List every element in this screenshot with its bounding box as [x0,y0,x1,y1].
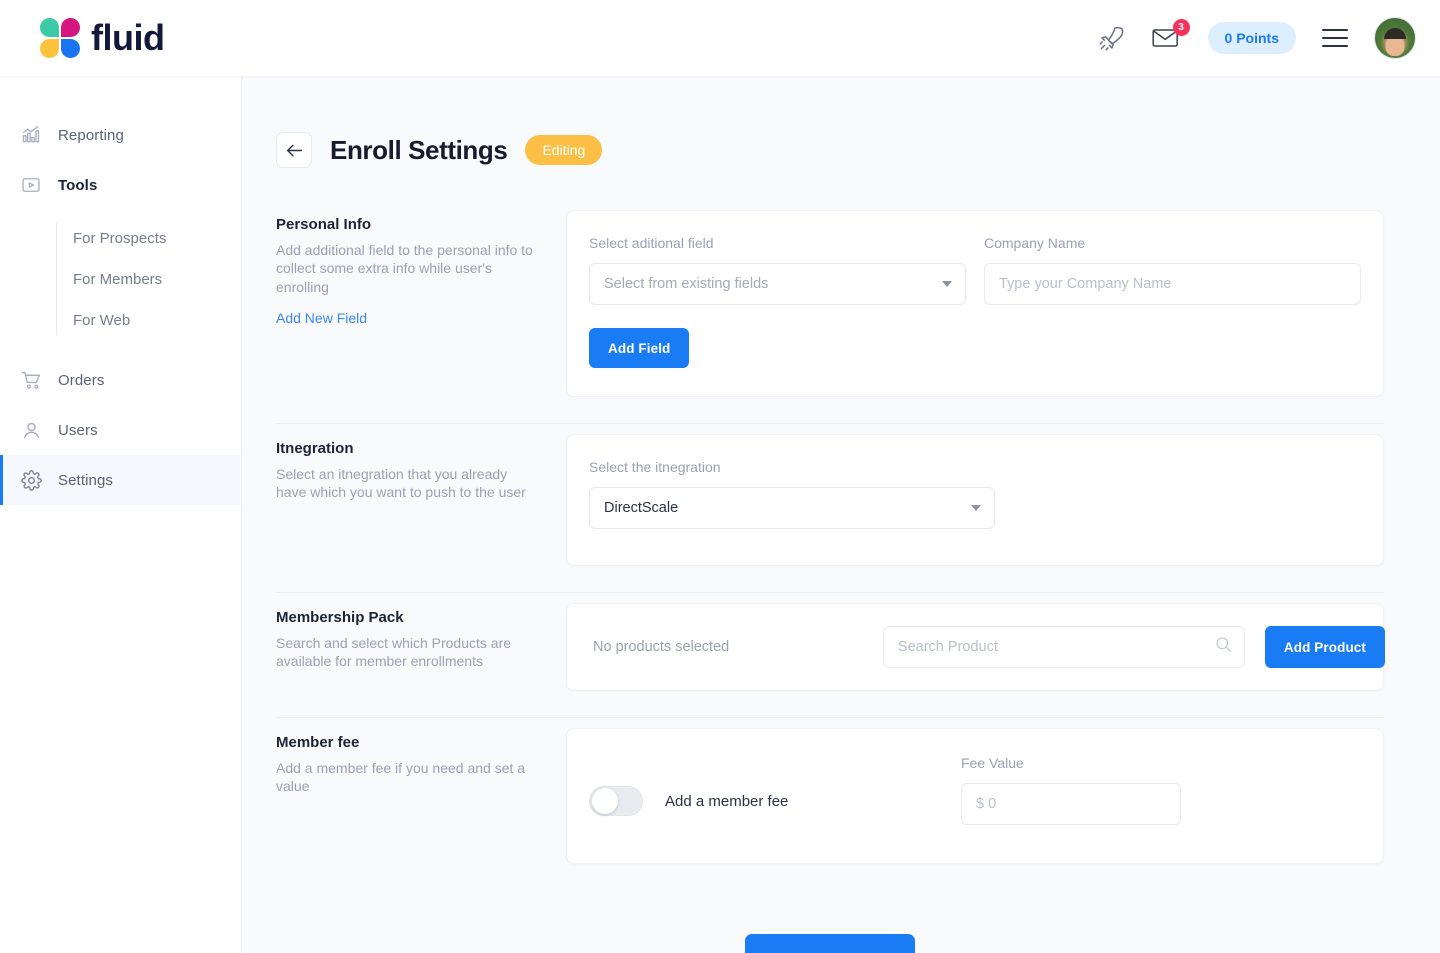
fee-value-group: Fee Value [961,755,1181,825]
page-title: Enroll Settings [330,134,508,165]
status-badge[interactable]: Editing [525,135,603,165]
fee-value-input[interactable] [961,783,1181,825]
toggle-knob [592,788,618,814]
section-title: Member fee [276,734,360,751]
section-description-personal-info: Personal Info Add additional field to th… [276,210,566,423]
section-body-membership-pack: No products selected Add Product [566,603,1385,717]
top-header: fluid 3 0 Points [0,0,1440,76]
back-button[interactable] [276,132,312,168]
member-fee-toggle-group: Add a member fee [589,755,961,825]
sidebar-item-label: Tools [58,176,98,194]
sidebar-item-tools[interactable]: Tools [0,160,241,210]
sidebar-item-for-members[interactable]: For Members [55,259,241,300]
sidebar-item-orders[interactable]: Orders [0,355,241,405]
company-name-label: Company Name [984,235,1086,251]
sidebar-item-users[interactable]: Users [0,405,241,455]
additional-field-label: Select aditional field [589,235,714,251]
sidebar-item-label: Settings [58,471,113,489]
chart-bars-icon [20,124,42,146]
arrow-left-icon [286,144,302,156]
section-integration: Itnegration Select an itnegration that y… [276,423,1384,592]
page-header: Enroll Settings Editing [276,132,1384,168]
brand-name: fluid [91,17,165,58]
app-root: fluid 3 0 Points Reporting Tools For Pro… [0,0,1440,953]
sidebar-item-label: Users [58,421,98,439]
header-actions: 3 0 Points [1098,17,1416,59]
gear-icon [20,469,42,491]
envelope-icon[interactable]: 3 [1151,19,1190,50]
fluid-logo-icon [40,18,80,58]
product-search-group [882,626,1245,668]
company-name-input[interactable] [984,263,1361,305]
member-fee-toggle[interactable] [589,786,643,816]
save-settings-button[interactable]: Save Settings [744,934,916,953]
section-personal-info: Personal Info Add additional field to th… [276,200,1384,423]
section-body-integration: Select the itnegration [566,434,1384,592]
company-name-group: Company Name [984,235,1361,305]
add-new-field-link[interactable]: Add New Field [276,310,367,326]
integration-select[interactable] [589,487,995,529]
integration-card: Select the itnegration [566,434,1384,566]
fee-value-label: Fee Value [961,755,1024,771]
section-membership-pack: Membership Pack Search and select which … [276,592,1385,717]
shopping-cart-icon [20,369,42,391]
integration-label: Select the itnegration [589,459,721,475]
sidebar-subnav: For Prospects For Members For Web [0,218,241,341]
person-icon [20,419,42,441]
rocket-icon[interactable] [1098,24,1126,52]
section-body-personal-info: Select aditional field Company Name [566,210,1384,423]
section-title: Itnegration [276,440,354,457]
sidebar-item-label: Reporting [58,126,124,144]
section-description-membership-pack: Membership Pack Search and select which … [276,603,566,717]
section-desc: Add a member fee if you need and set a v… [276,760,526,795]
mail-badge: 3 [1172,19,1190,36]
membership-pack-card: No products selected Add Product [566,603,1385,691]
section-desc: Add additional field to the personal inf… [276,242,533,295]
main-content: Enroll Settings Editing Personal Info Ad… [242,76,1440,953]
member-fee-toggle-label: Add a member fee [665,792,789,810]
brand-logo[interactable]: fluid [40,17,165,58]
section-body-member-fee: Add a member fee Fee Value [566,728,1384,890]
section-desc: Search and select which Products are ava… [276,635,512,670]
additional-field-group: Select aditional field [589,235,966,305]
section-title: Personal Info [276,216,372,233]
app-body: Reporting Tools For Prospects For Member… [0,76,1440,953]
sidebar-item-for-web[interactable]: For Web [55,300,241,341]
section-desc: Select an itnegration that you already h… [276,466,526,501]
section-description-integration: Itnegration Select an itnegration that y… [276,434,566,592]
points-pill[interactable]: 0 Points [1207,22,1296,54]
hamburger-menu-icon[interactable] [1322,29,1348,47]
add-field-button[interactable]: Add Field [589,328,690,368]
section-member-fee: Member fee Add a member fee if you need … [276,717,1384,890]
no-products-status: No products selected [593,639,730,655]
sidebar: Reporting Tools For Prospects For Member… [0,76,242,953]
personal-info-card: Select aditional field Company Name [566,210,1384,397]
sidebar-item-for-prospects[interactable]: For Prospects [55,218,241,259]
sidebar-item-reporting[interactable]: Reporting [0,110,241,160]
integration-field-group: Select the itnegration [589,459,995,529]
section-title: Membership Pack [276,609,404,626]
sidebar-item-settings[interactable]: Settings [0,455,241,505]
add-product-button[interactable]: Add Product [1264,626,1385,668]
member-fee-card: Add a member fee Fee Value [566,728,1384,864]
avatar[interactable] [1374,17,1416,59]
additional-field-select[interactable] [589,263,966,305]
save-row: Save Settings [276,890,1384,953]
search-product-input[interactable] [882,626,1245,668]
video-player-icon [20,174,42,196]
sidebar-item-label: Orders [58,371,105,389]
section-description-member-fee: Member fee Add a member fee if you need … [276,728,566,890]
